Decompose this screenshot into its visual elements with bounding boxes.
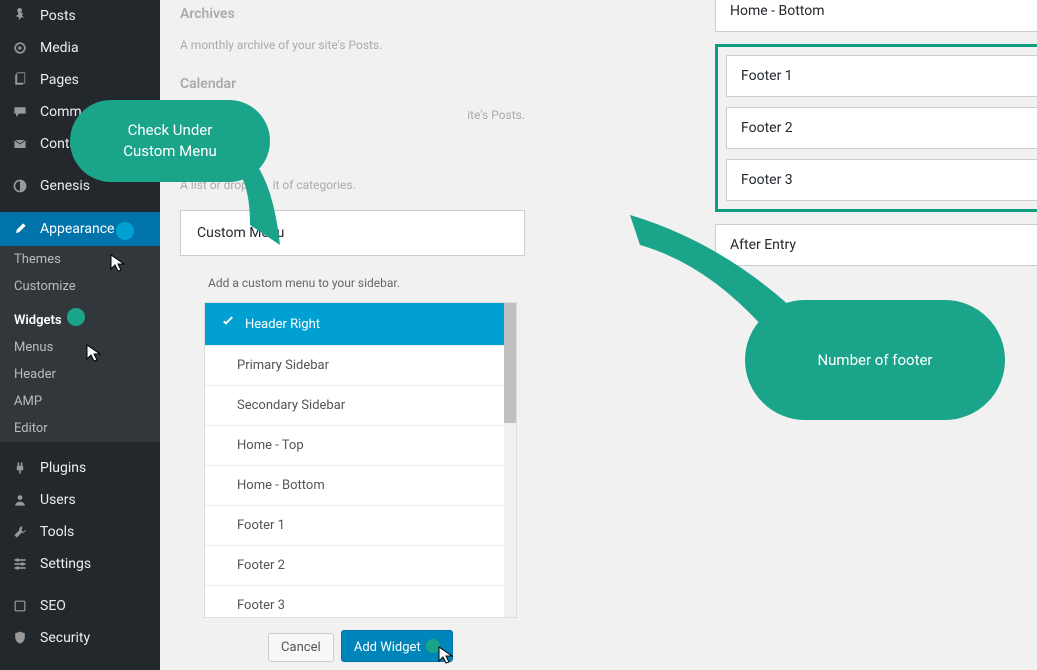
contact-icon — [12, 136, 32, 152]
widget-area-footer-3[interactable]: Footer 3 ▼ — [726, 159, 1037, 201]
dropdown-option-header-right[interactable]: Header Right — [205, 303, 504, 346]
widget-title: Calendar — [180, 70, 525, 92]
sidebar-item-media[interactable]: Media — [0, 32, 160, 64]
callout-footer-count: Number of footer — [745, 300, 1005, 420]
dropdown-option[interactable]: Secondary Sidebar — [205, 386, 504, 426]
widget-title: Archives — [180, 0, 525, 22]
settings-icon — [12, 556, 32, 572]
widget-archives: Archives A monthly archive of your site'… — [180, 0, 525, 52]
dropdown-option[interactable]: Home - Top — [205, 426, 504, 466]
sidebar-item-appearance[interactable]: Appearance — [0, 212, 160, 246]
sidebar-sub-customize[interactable]: Customize — [0, 273, 160, 300]
callout-text: Custom Menu — [96, 141, 244, 162]
scrollbar-thumb[interactable] — [504, 303, 516, 423]
check-icon — [221, 315, 235, 333]
sidebar-item-settings[interactable]: Settings — [0, 548, 160, 580]
widget-area-home-bottom[interactable]: Home - Bottom ▼ — [715, 0, 1037, 32]
sidebar-label: Tools — [40, 524, 74, 540]
comment-icon — [12, 104, 32, 120]
marker-dot-icon — [67, 308, 85, 326]
tool-icon — [12, 524, 32, 540]
area-label: Footer 1 — [741, 68, 793, 84]
cursor-icon — [438, 646, 456, 664]
cursor-icon — [110, 254, 128, 272]
callout-text: Check Under — [96, 120, 244, 141]
scrollbar[interactable] — [504, 303, 516, 617]
dropdown-option[interactable]: Footer 3 — [205, 586, 504, 617]
widget-buttons: Cancel Add Widget — [204, 618, 517, 662]
marker-dot-icon — [116, 222, 134, 240]
widget-area-footer-1[interactable]: Footer 1 ▼ — [726, 55, 1037, 97]
sidebar-label: Users — [40, 492, 76, 508]
cancel-button[interactable]: Cancel — [268, 633, 334, 662]
genesis-icon — [12, 178, 32, 194]
sidebar-sub-editor[interactable]: Editor — [0, 415, 160, 442]
dropdown-option[interactable]: Home - Bottom — [205, 466, 504, 506]
page-icon — [12, 72, 32, 88]
plugin-icon — [12, 460, 32, 476]
sidebar-sub-amp[interactable]: AMP — [0, 388, 160, 415]
area-label: Footer 2 — [741, 120, 793, 136]
dropdown-option-label: Header Right — [245, 317, 320, 332]
button-label: Add Widget — [354, 640, 421, 655]
cursor-icon — [86, 344, 104, 362]
sidebar-item-tools[interactable]: Tools — [0, 516, 160, 548]
sidebar-item-posts[interactable]: Posts — [0, 0, 160, 32]
sidebar-label: Media — [40, 40, 79, 56]
sidebar-item-users[interactable]: Users — [0, 484, 160, 516]
dropdown-option[interactable]: Footer 2 — [205, 546, 504, 586]
sidebar-label: Security — [40, 630, 90, 646]
sidebar-sub-label: Widgets — [14, 313, 62, 328]
sidebar-label: Plugins — [40, 460, 86, 476]
sidebar-item-plugins[interactable]: Plugins — [0, 452, 160, 484]
sidebar-sub-menus[interactable]: Menus — [0, 334, 160, 361]
footer-highlight-box: Footer 1 ▼ Footer 2 ▼ Footer 3 ▼ — [715, 44, 1037, 212]
add-widget-button[interactable]: Add Widget — [341, 630, 453, 662]
sidebar-label: Pages — [40, 72, 79, 88]
sidebar-label: SEO — [40, 598, 66, 614]
sidebar-label: Genesis — [40, 178, 90, 194]
area-label: Home - Bottom — [730, 3, 824, 19]
seo-icon — [12, 598, 32, 614]
brush-icon — [12, 221, 32, 237]
sidebar-label: Comm — [40, 104, 82, 120]
widget-area-dropdown: Header Right Primary Sidebar Secondary S… — [204, 302, 517, 618]
dropdown-option[interactable]: Footer 1 — [205, 506, 504, 546]
pin-icon — [12, 8, 32, 24]
sidebar-label: Appearance — [40, 221, 114, 237]
sidebar-sub-header[interactable]: Header — [0, 361, 160, 388]
widget-area-footer-2[interactable]: Footer 2 ▼ — [726, 107, 1037, 149]
sidebar-sub-widgets[interactable]: Widgets — [0, 300, 160, 334]
user-icon — [12, 492, 32, 508]
sidebar-sub-themes[interactable]: Themes — [0, 246, 160, 273]
widget-card-desc: Add a custom menu to your sidebar. — [180, 266, 525, 302]
callout-custom-menu: Check Under Custom Menu — [70, 100, 270, 182]
callout-text: Number of footer — [817, 350, 932, 371]
sidebar-label: Posts — [40, 8, 76, 24]
sidebar-item-security[interactable]: Security — [0, 622, 160, 654]
dropdown-option[interactable]: Primary Sidebar — [205, 346, 504, 386]
sidebar-label: Settings — [40, 556, 91, 572]
widget-desc: A monthly archive of your site's Posts. — [180, 38, 525, 52]
sidebar-item-pages[interactable]: Pages — [0, 64, 160, 96]
shield-icon — [12, 630, 32, 646]
area-label: Footer 3 — [741, 172, 793, 188]
sidebar-item-seo[interactable]: SEO — [0, 590, 160, 622]
media-icon — [12, 40, 32, 56]
